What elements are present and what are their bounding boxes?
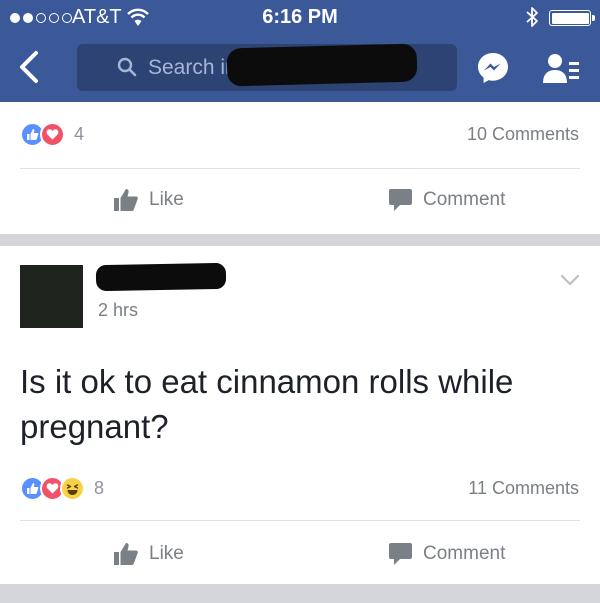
divider	[20, 168, 580, 169]
reaction-count: 4	[74, 123, 85, 144]
comment-button[interactable]: Comment	[388, 542, 505, 566]
post-text: Is it ok to eat cinnamon rolls while pre…	[20, 363, 514, 445]
post-card: 2 hrs Is it ok to eat cinnamon rolls whi…	[0, 246, 600, 584]
like-button[interactable]: Like	[113, 188, 184, 212]
like-label: Like	[149, 189, 184, 210]
comment-button[interactable]: Comment	[388, 188, 505, 212]
battery-icon	[549, 10, 595, 26]
divider	[20, 520, 580, 521]
thumbs-up-icon	[114, 543, 138, 565]
post-actions: Like Comment	[0, 180, 600, 220]
back-chevron-icon[interactable]	[18, 50, 40, 84]
bluetooth-icon	[526, 7, 538, 27]
thumbs-up-icon	[114, 189, 138, 211]
status-bar: AT&T 6:16 PM	[0, 0, 600, 34]
author-avatar[interactable]	[20, 265, 83, 328]
comment-label: Comment	[423, 543, 506, 564]
author-name-redacted[interactable]	[95, 262, 227, 292]
redaction-mark	[226, 43, 418, 87]
comments-count-link[interactable]: 10 Comments	[467, 124, 579, 145]
like-label: Like	[149, 543, 184, 564]
status-time: 6:16 PM	[262, 6, 338, 28]
comment-label: Comment	[423, 189, 506, 210]
reactions-summary[interactable]: 4	[20, 121, 84, 147]
comments-count-link[interactable]: 11 Comments	[468, 478, 579, 499]
reaction-count: 8	[94, 477, 105, 498]
chevron-down-icon[interactable]	[560, 273, 580, 287]
haha-reaction-icon	[60, 475, 85, 501]
messenger-icon[interactable]	[476, 51, 510, 85]
friend-requests-icon[interactable]	[542, 51, 580, 85]
post-card: 4 10 Comments Like Comment	[0, 102, 600, 234]
love-reaction-icon	[40, 121, 65, 147]
comment-bubble-icon	[389, 189, 412, 211]
comment-bubble-icon	[389, 543, 412, 565]
search-icon	[117, 57, 137, 77]
reactions-summary[interactable]: 8	[20, 475, 104, 501]
post-timestamp[interactable]: 2 hrs	[98, 300, 138, 321]
post-actions: Like Comment	[0, 534, 600, 574]
app-header: AT&T 6:16 PM Search in Plus Size Moms..	[0, 0, 600, 102]
search-bar[interactable]: Search in Plus Size Moms..	[77, 43, 457, 91]
like-button[interactable]: Like	[113, 542, 184, 566]
